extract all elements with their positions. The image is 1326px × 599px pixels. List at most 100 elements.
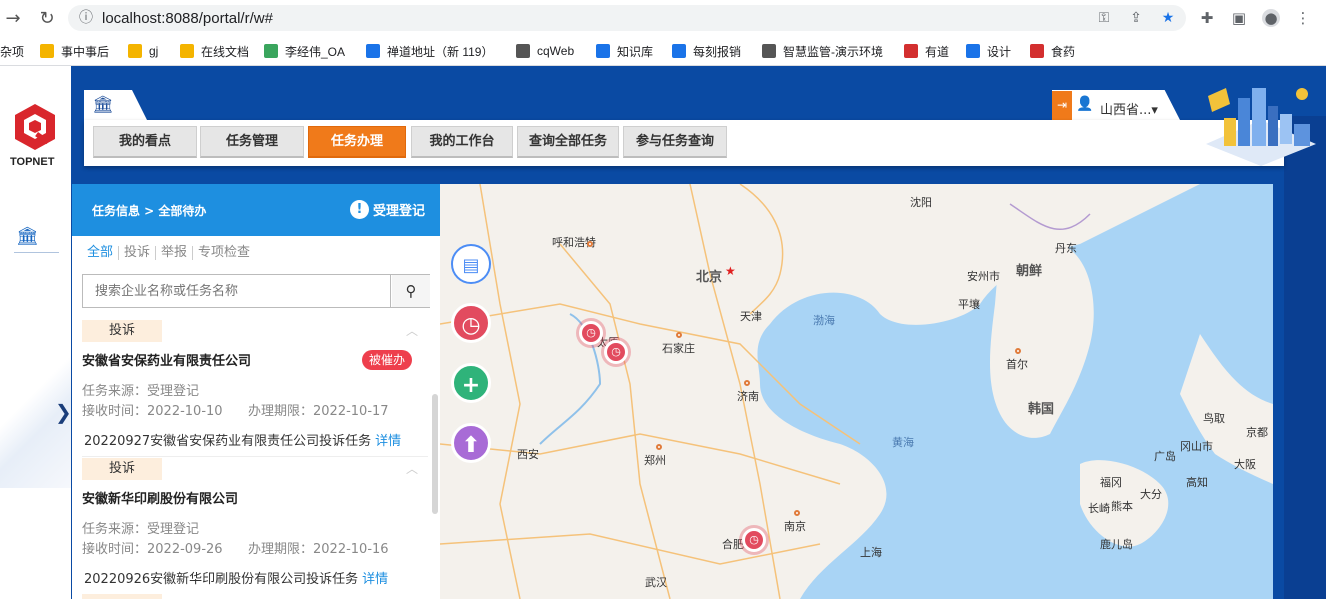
map-label: 大分 <box>1140 488 1162 501</box>
city-illustration-icon <box>1206 88 1316 166</box>
map-label: 福冈 <box>1100 476 1122 489</box>
bookmark-icon <box>672 44 686 58</box>
bookmark-label: gj <box>149 44 159 58</box>
tab-task-management[interactable]: 任务管理 <box>200 126 304 158</box>
sidepanel-icon[interactable]: ▣ <box>1230 9 1248 27</box>
map-label: 上海 <box>860 546 882 559</box>
add-fab-icon[interactable]: + <box>451 363 491 403</box>
bookmark-item[interactable]: 杂项 <box>0 42 24 60</box>
register-button[interactable]: ! 受理登记 <box>350 200 425 219</box>
filter-all[interactable]: 全部 <box>87 246 120 260</box>
route-fab-icon[interactable]: ⬆ <box>451 423 491 463</box>
tab-query-all-tasks[interactable]: 查询全部任务 <box>517 126 619 158</box>
tab-my-workbench[interactable]: 我的工作台 <box>411 126 513 158</box>
bookmark-item[interactable]: cqWeb <box>516 42 574 60</box>
urged-badge: 被催办 <box>362 350 412 370</box>
filter-report[interactable]: 举报 <box>156 246 194 260</box>
deadline: 办理期限：2022-10-16 <box>248 542 389 557</box>
menu-icon[interactable]: ⋮ <box>1294 9 1312 27</box>
bookmark-label: 每刻报销 <box>693 44 742 59</box>
panel-scrollbar[interactable] <box>432 394 438 514</box>
url-text[interactable]: localhost:8088/portal/r/w# <box>102 10 273 27</box>
filter-complaint[interactable]: 投诉 <box>119 246 157 260</box>
info-icon[interactable]: ⓘ <box>78 10 94 26</box>
breadcrumb[interactable]: 任务信息 > 全部待办 <box>92 202 206 219</box>
received-time: 接收时间：2022-10-10 <box>82 404 223 419</box>
tab-my-highlights[interactable]: 我的看点 <box>93 126 197 158</box>
tab-task-handling[interactable]: 任务办理 <box>308 126 406 158</box>
clock-fab-icon[interactable]: ◷ <box>451 303 491 343</box>
bookmarks-bar: 杂项 事中事后 gj 在线文档 李经伟_OA 禅道地址（新 119） cqWeb 知识库 每刻报… <box>0 36 1326 66</box>
capital-star-icon: ★ <box>725 264 736 278</box>
map-label: 韩国 <box>1028 402 1055 417</box>
bookmark-item[interactable]: 智慧监管-演示环境 <box>762 42 883 60</box>
map-label: 合肥 <box>722 538 744 551</box>
tab-participate-query[interactable]: 参与任务查询 <box>623 126 727 158</box>
task-card[interactable]: 投诉 ︿ 安徽省安保药业有限责任公司 被催办 任务来源：受理登记 接收时间：20… <box>72 320 428 457</box>
task-card[interactable]: 投诉 ︿ 安徽新华印刷股份有限公司 任务来源：受理登记 接收时间：2022-09… <box>72 458 428 595</box>
panel-header: 任务信息 > 全部待办 ! 受理登记 <box>72 184 440 236</box>
map-label: 大阪 <box>1234 458 1256 471</box>
task-source: 任务来源：受理登记 <box>82 384 200 399</box>
map-label: 广岛 <box>1154 450 1176 463</box>
map-label: 天津 <box>740 310 762 323</box>
task-marker-clock-icon[interactable]: ◷ <box>742 528 766 552</box>
map-label: 熊本 <box>1111 500 1133 513</box>
expand-arrow-icon[interactable]: ❯ <box>55 400 72 424</box>
key-icon[interactable]: ⚿ <box>1096 10 1112 26</box>
map-label: 冈山市 <box>1180 440 1213 453</box>
bookmark-icon <box>180 44 194 58</box>
bookmark-item[interactable]: 食药 <box>1030 42 1075 60</box>
bookmark-icon <box>596 44 610 58</box>
extensions-icon[interactable]: ✚ <box>1198 9 1216 27</box>
task-source: 任务来源：受理登记 <box>82 522 200 537</box>
company-name[interactable]: 安徽新华印刷股份有限公司 <box>82 488 238 507</box>
logout-icon[interactable]: ⇥ <box>1052 91 1072 120</box>
collapse-icon[interactable]: ︿ <box>406 460 418 477</box>
home-tab[interactable]: 🏛 <box>84 90 148 122</box>
company-name[interactable]: 安徽省安保药业有限责任公司 <box>82 350 251 369</box>
detail-link[interactable]: 详情 <box>375 434 401 449</box>
alert-icon: ! <box>350 200 369 219</box>
task-marker-clock-icon[interactable]: ◷ <box>579 321 603 345</box>
bookmark-icon <box>966 44 980 58</box>
search-icon[interactable]: ⚲ <box>392 275 430 307</box>
search-input[interactable] <box>83 275 391 307</box>
map-view[interactable]: 沈阳 呼和浩特 北京 丹东 朝鲜 安州市 天津 平壤 渤海 太原 石家庄 首尔 … <box>440 184 1273 599</box>
task-description: 20220927安徽省安保药业有限责任公司投诉任务 详情 <box>84 430 401 449</box>
user-name[interactable]: 山西省...▾ <box>1100 99 1158 118</box>
register-label: 受理登记 <box>373 204 426 219</box>
share-icon[interactable]: ⇪ <box>1128 10 1144 26</box>
map-label: 武汉 <box>645 576 667 589</box>
bookmark-icon <box>904 44 918 58</box>
task-description: 20220926安徽新华印刷股份有限公司投诉任务 详情 <box>84 568 388 587</box>
bookmark-icon <box>516 44 530 58</box>
filter-special-check[interactable]: 专项检查 <box>193 246 255 260</box>
bookmark-item[interactable]: 李经伟_OA <box>264 42 345 60</box>
address-bar[interactable]: ⓘ localhost:8088/portal/r/w# ⚿ ⇪ ★ <box>68 5 1186 31</box>
deadline: 办理期限：2022-10-17 <box>248 404 389 419</box>
bookmark-item[interactable]: 知识库 <box>596 42 653 60</box>
bookmark-item[interactable]: 每刻报销 <box>672 42 741 60</box>
task-type-tag: 投诉 <box>82 320 162 342</box>
reload-icon[interactable]: ↻ <box>36 7 58 29</box>
bookmark-item[interactable]: 禅道地址（新 119） <box>366 42 493 60</box>
map-label: 沈阳 <box>910 196 932 209</box>
star-icon[interactable]: ★ <box>1160 10 1176 26</box>
task-marker-clock-icon[interactable]: ◷ <box>604 340 628 364</box>
map-label: 鹿儿岛 <box>1100 538 1133 551</box>
forward-icon[interactable]: → <box>2 7 24 29</box>
bookmark-icon <box>762 44 776 58</box>
map-label: 平壤 <box>958 298 980 311</box>
home-icon[interactable]: 🏛 <box>16 226 39 247</box>
search-box: ⚲ <box>82 274 430 308</box>
detail-link[interactable]: 详情 <box>362 572 388 587</box>
bookmark-item[interactable]: gj <box>128 42 158 60</box>
bookmark-item[interactable]: 有道 <box>904 42 949 60</box>
document-fab-icon[interactable]: ▤ <box>451 244 491 284</box>
bookmark-item[interactable]: 在线文档 <box>180 42 249 60</box>
collapse-icon[interactable]: ︿ <box>406 322 418 339</box>
bookmark-item[interactable]: 设计 <box>966 42 1011 60</box>
profile-icon[interactable]: ● <box>1262 9 1280 27</box>
bookmark-item[interactable]: 事中事后 <box>40 42 109 60</box>
